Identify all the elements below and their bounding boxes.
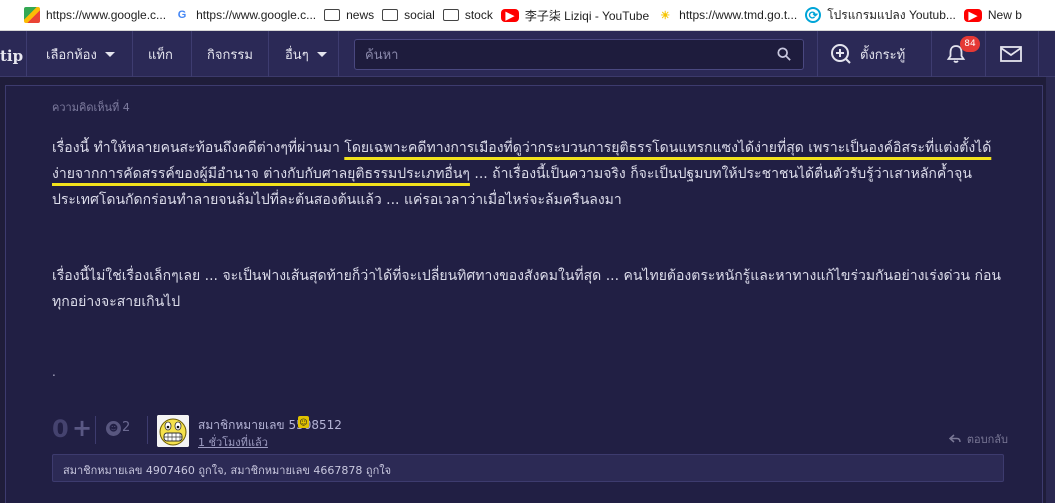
bookmark-folder-news[interactable]: news [324, 0, 382, 30]
nav-activity-label: กิจกรรม [207, 47, 253, 63]
comment-card: ความคิดเห็นที่ 4 เรื่องนี้ ทำให้หลายคนสะ… [5, 85, 1043, 503]
bookmark-liziqi-youtube[interactable]: ▶ 李子柒 Liziqi - YouTube [500, 0, 657, 30]
bookmark-label: 李子柒 Liziqi - YouTube [524, 8, 650, 23]
google-g-icon: G [177, 9, 187, 21]
messages-button[interactable] [986, 31, 1036, 77]
nav-divider [817, 31, 818, 77]
more-menu[interactable]: อื่นๆ [285, 31, 327, 77]
bookmark-label: stock [464, 8, 493, 22]
chevron-down-icon [316, 51, 327, 57]
bookmark-folder-stock[interactable]: stock [442, 0, 501, 30]
scrollbar[interactable] [1046, 77, 1055, 503]
nav-divider [1038, 31, 1039, 77]
nav-divider [268, 31, 269, 77]
bookmark-label: https://www.tmd.go.t... [679, 8, 798, 22]
nav-activity[interactable]: กิจกรรม [207, 31, 253, 77]
grinning-face-avatar-icon [157, 415, 189, 447]
comment-timestamp[interactable]: 1 ชั่วโมงที่แล้ว [198, 433, 268, 451]
reply-button[interactable]: ตอบกลับ [948, 430, 1008, 448]
reply-label: ตอบกลับ [966, 433, 1008, 446]
nav-tag[interactable]: แท็ก [148, 31, 173, 77]
avatar[interactable] [157, 415, 189, 447]
bookmark-label: https://www.google.c... [46, 8, 167, 22]
select-room-label: เลือกห้อง [46, 47, 97, 63]
select-room-menu[interactable]: เลือกห้อง [46, 31, 115, 77]
search-icon[interactable] [777, 47, 791, 61]
google-maps-icon [24, 7, 40, 23]
youtube-icon: ▶ [500, 8, 519, 22]
divider [147, 416, 148, 444]
bookmark-tmd[interactable]: ☀ https://www.tmd.go.t... [657, 0, 805, 30]
vote-plus-button[interactable]: + [72, 414, 92, 442]
create-topic-button[interactable]: ตั้งกระทู้ [830, 31, 905, 77]
bookmark-google-maps[interactable]: https://www.google.c... [24, 0, 174, 30]
notification-badge: 84 [960, 36, 980, 52]
bookmark-google[interactable]: G https://www.google.c... [174, 0, 324, 30]
nav-divider [26, 31, 27, 77]
comment-paragraph-1: เรื่องนี้ ทำให้หลายคนสะท้อนถึงคดีต่างๆที… [52, 135, 1012, 213]
bookmark-label: โปรแกรมแปลง Youtub... [827, 7, 956, 22]
vote-score: 0 [52, 415, 69, 443]
likes-list: สมาชิกหมายเลข 4907460 ถูกใจ, สมาชิกหมายเ… [52, 454, 1004, 482]
nav-divider [132, 31, 133, 77]
create-topic-label: ตั้งกระทู้ [860, 47, 906, 63]
bookmark-folder-social[interactable]: social [382, 0, 443, 30]
folder-icon [382, 9, 399, 21]
bookmark-label: news [346, 8, 375, 22]
bookmark-new[interactable]: ▶ New b [963, 0, 1030, 30]
mail-icon [1000, 46, 1022, 62]
search-input[interactable] [365, 45, 765, 65]
circle-logo-icon: ⟳ [805, 7, 822, 23]
member-badge-icon: ☺ [298, 416, 309, 428]
comment-paragraph-2: เรื่องนี้ไม่ใช่เรื่องเล็กๆเลย ... จะเป็น… [52, 268, 1001, 310]
folder-icon [324, 9, 341, 21]
bookmark-label: https://www.google.c... [196, 8, 317, 22]
comment-text: เรื่องนี้ ทำให้หลายคนสะท้อนถึงคดีต่างๆที… [52, 140, 345, 156]
divider [95, 416, 96, 444]
nav-divider [191, 31, 192, 77]
comment-number: ความคิดเห็นที่ 4 [52, 101, 130, 114]
plus-circle-icon [831, 44, 851, 64]
site-navbar: tip เลือกห้อง แท็ก กิจกรรม อื่นๆ ตั้งกระ… [0, 31, 1055, 77]
comment-footer: 0 + ☻ 2 สมาชิกหมายเลข 5508512 ☺ 1 ชั่วโม… [52, 414, 1012, 450]
site-logo[interactable]: tip [0, 47, 23, 65]
sun-icon: ☀ [660, 9, 671, 22]
emotion-icon[interactable]: ☻ [106, 421, 121, 436]
reply-arrow-icon [948, 434, 961, 443]
folder-icon [442, 9, 459, 21]
nav-tag-label: แท็ก [148, 47, 173, 63]
chevron-down-icon [104, 51, 115, 57]
youtube-icon: ▶ [963, 8, 982, 22]
bookmarks-bar: https://www.google.c... G https://www.go… [0, 0, 1055, 31]
bookmark-youtube-converter[interactable]: ⟳ โปรแกรมแปลง Youtub... [805, 0, 964, 30]
bookmark-label: New b [987, 8, 1022, 22]
bookmark-label: social [404, 8, 435, 22]
more-menu-label: อื่นๆ [285, 47, 309, 63]
emotion-count: 2 [122, 420, 131, 435]
search-box [354, 39, 804, 70]
nav-divider [338, 31, 339, 77]
comment-trailing-dot: . [52, 365, 56, 379]
